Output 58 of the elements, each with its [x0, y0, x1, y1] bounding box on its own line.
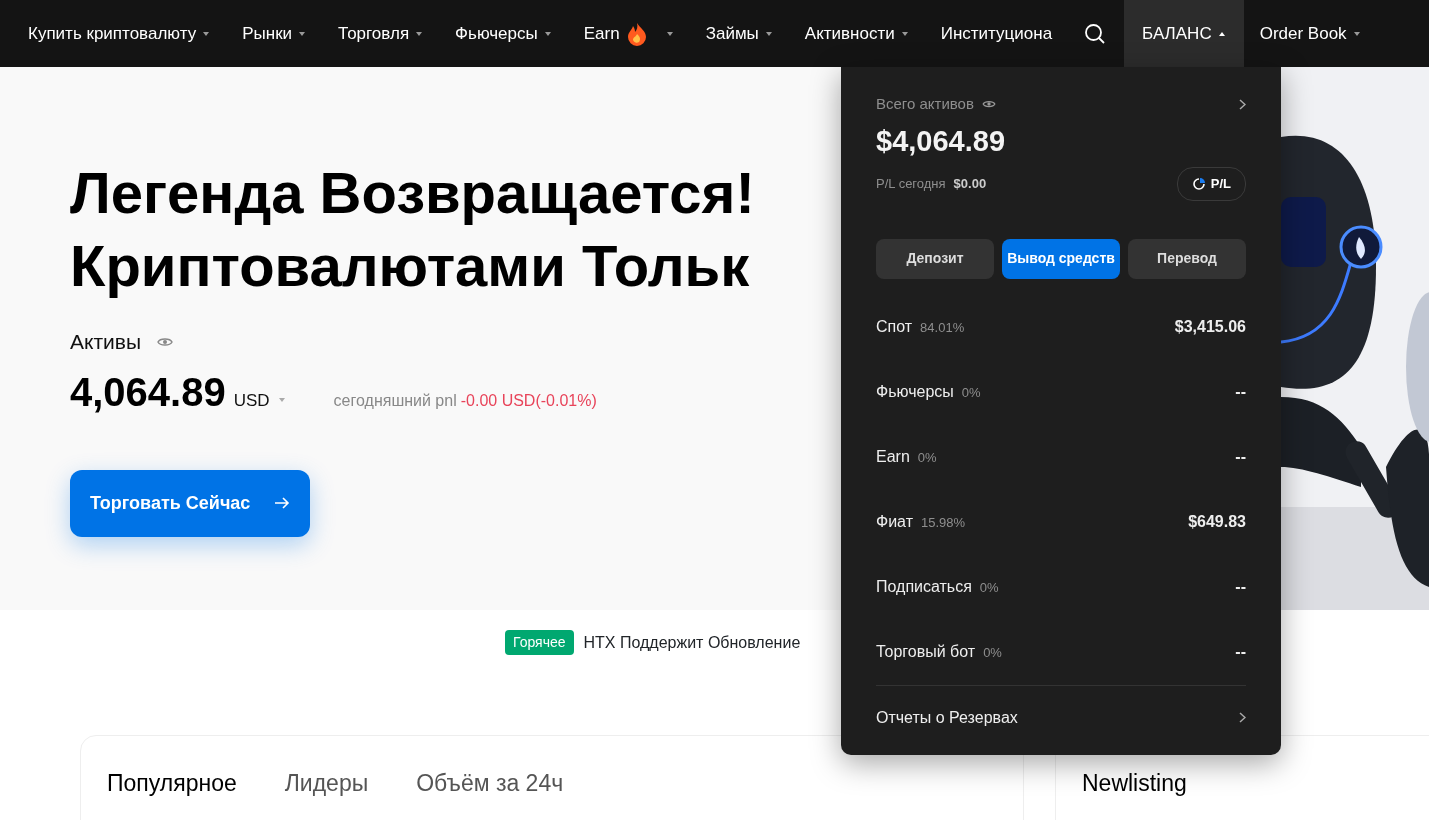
account-value: $3,415.06: [1174, 317, 1246, 337]
caret-icon: [900, 29, 909, 38]
hot-badge: Горячее: [505, 630, 574, 655]
account-name[interactable]: Фьючерсы: [876, 380, 954, 404]
headline-text: Криптовалютами Тольк: [70, 231, 750, 300]
pie-chart-icon: [1191, 176, 1206, 191]
fire-icon: [625, 21, 648, 46]
chevron-right-icon[interactable]: [1239, 712, 1246, 723]
pnl-value: -0.00 USD(-0.01%): [460, 390, 597, 411]
account-value: --: [1235, 642, 1246, 662]
account-value: --: [1235, 447, 1246, 467]
card-title: Newlisting: [1082, 770, 1187, 796]
nav-menu-item[interactable]: БАЛАНС: [1124, 0, 1244, 67]
account-value: $649.83: [1188, 512, 1246, 532]
account-name[interactable]: Торговый бот: [876, 640, 976, 664]
account-name[interactable]: Подписаться: [876, 575, 972, 599]
caret-icon: [543, 29, 552, 38]
account-share: 0%: [961, 384, 981, 402]
eye-icon[interactable]: [981, 99, 996, 110]
account-value: --: [1235, 382, 1246, 402]
pl-today-value: $0.00: [953, 175, 987, 193]
asset-amount: 4,064.89: [70, 368, 226, 416]
market-tab[interactable]: Популярное: [107, 766, 237, 801]
headline-text: Легенда Возвращается!: [70, 159, 755, 227]
trade-now-button[interactable]: Торговать Сейчас: [70, 469, 311, 537]
caret-icon: [202, 29, 211, 38]
account-share: 0%: [979, 579, 999, 597]
arrow-icon: [274, 497, 291, 509]
caret-icon: [298, 29, 307, 38]
account-name[interactable]: Фиат: [876, 510, 913, 534]
account-share: 84.01%: [920, 319, 965, 337]
action-button[interactable]: Депозит: [876, 238, 994, 279]
account-share: 0%: [983, 644, 1002, 662]
account-share: 0%: [917, 449, 937, 467]
account-name[interactable]: Спот: [876, 315, 913, 339]
caret-icon: [1352, 29, 1361, 38]
market-tab[interactable]: Объём за 24ч: [416, 766, 564, 801]
action-button[interactable]: Вывод средств: [1002, 238, 1120, 279]
total-assets-label: Всего активов: [876, 94, 974, 114]
action-button[interactable]: Перевод: [1128, 238, 1246, 279]
chevron-right-icon[interactable]: [1239, 98, 1246, 110]
eye-icon[interactable]: [157, 335, 174, 348]
pl-button[interactable]: P/L: [1176, 167, 1246, 201]
account-share: 15.98%: [921, 514, 966, 532]
currency-selector[interactable]: USD: [233, 387, 286, 413]
news-headline[interactable]: HTX Поддержит Обновление: [583, 630, 801, 655]
pl-today-label: P/L сегодня: [876, 175, 946, 193]
account-value: --: [1235, 577, 1246, 597]
market-tab[interactable]: Лидеры: [284, 766, 369, 801]
caret-icon: [415, 29, 424, 38]
caret-icon: [665, 29, 674, 38]
pnl-label: сегодняшний pnl: [333, 390, 457, 411]
reserves-link[interactable]: Отчеты о Резервах: [876, 705, 1018, 730]
total-balance: $4,064.89: [876, 123, 1006, 159]
caret-icon: [764, 29, 773, 38]
search-icon: [1084, 22, 1107, 45]
assets-label: Активы: [70, 329, 142, 355]
account-name[interactable]: Earn: [876, 445, 910, 469]
